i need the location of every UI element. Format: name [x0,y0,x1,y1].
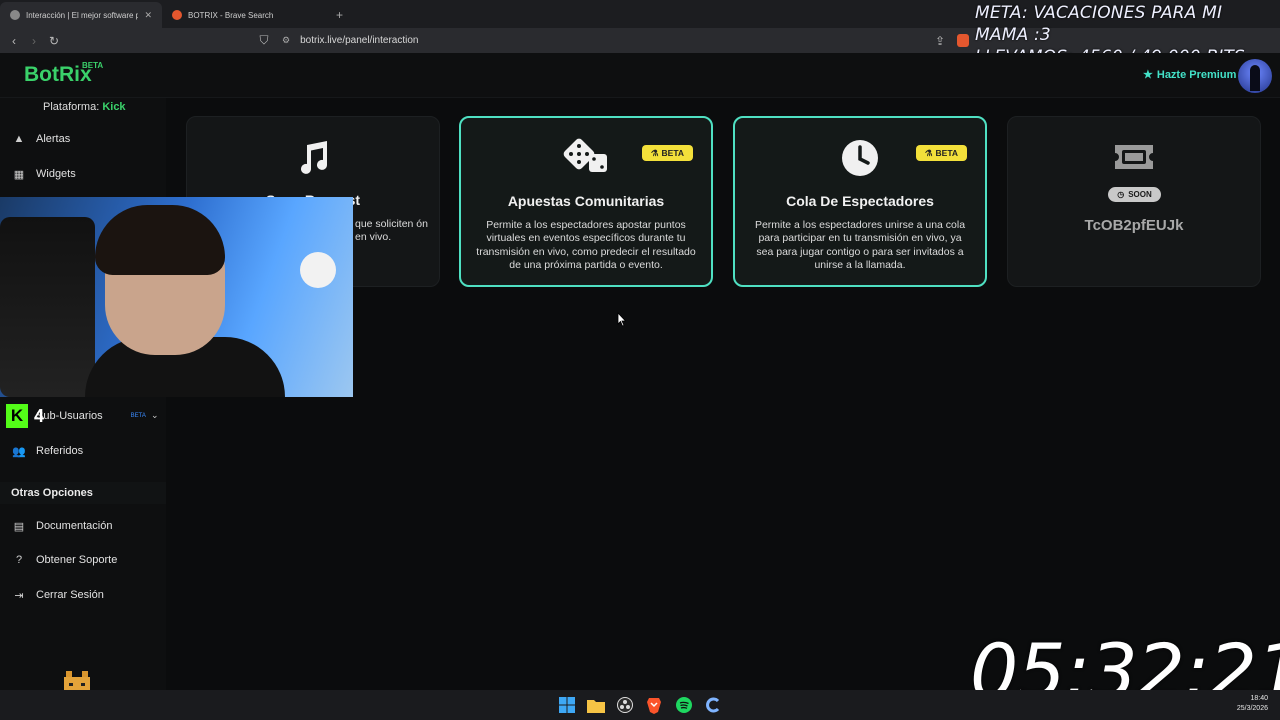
card-title: Cola De Espectadores [786,193,934,209]
beta-badge: BETA [130,413,146,419]
new-tab-button[interactable]: + [324,8,355,28]
botrix-favicon-icon [10,10,20,20]
platform-value: Kick [102,101,126,113]
forward-icon[interactable]: › [24,34,44,48]
sidebar-item-referidos[interactable]: 👥 Referidos [12,441,83,461]
logout-icon: ⇥ [14,589,24,602]
clock-time: 18:40 [1250,695,1268,702]
badge-label: SOON [1128,190,1152,199]
avatar[interactable] [1238,59,1272,93]
card-description: Permite a los espectadores unirse a una … [754,219,966,271]
sidebar-item-sub-usuarios[interactable]: ⚇ Sub-Usuarios BETA [12,406,146,426]
webcam-overlay [0,197,353,397]
tab-title: BOTRIX - Brave Search [188,10,274,20]
sidebar-item-label: Sub-Usuarios [36,410,103,422]
sidebar-item-label: Referidos [36,445,84,457]
taskbar: 18:40 25/3/2026 [0,690,1280,720]
users-icon: 👥 [12,445,26,458]
premium-label: Hazte Premium [1156,68,1237,81]
clock-small-icon: ◷ [1117,190,1125,199]
system-clock[interactable]: 18:40 25/3/2026 [1228,694,1268,714]
brave-browser-icon[interactable] [644,695,664,715]
brave-shield-icon[interactable] [957,34,969,47]
card-apuestas-comunitarias[interactable]: ⚗ BETA Apuestas Comunitarias Permite a l… [459,116,713,287]
kick-logo-icon: K [6,404,28,428]
card-description: que soliciten ón en vivo. [355,218,428,244]
logo-beta-badge: BETA [82,61,104,70]
book-icon: ▤ [13,520,25,533]
url-field[interactable]: ⚙ botrix.live/panel/interaction [282,32,972,49]
app-header: BotRix BETA ★ Hazte Premium [0,53,1280,98]
soon-badge: ◷ SOON [1108,187,1161,202]
beta-badge: ⚗ BETA [642,145,693,161]
reload-icon[interactable]: ↻ [44,34,64,48]
sidebar-item-label: Documentación [36,520,113,532]
brave-favicon-icon [172,10,182,20]
goal-line-1: META: VACACIONES PARA MI MAMA :3 [975,3,1223,45]
platform-label: Plataforma: [43,101,100,113]
sidebar-item-cerrar-sesion[interactable]: ⇥ Cerrar Sesión [12,585,104,605]
sidebar-item-soporte[interactable]: ? Obtener Soporte [12,550,117,570]
badge-label: BETA [661,148,685,158]
beta-badge: ⚗ BETA [916,145,967,161]
browser-tab[interactable]: BOTRIX - Brave Search [162,2,324,28]
site-info-icon[interactable]: ⚙ [282,35,290,46]
tab-title: Interacción | El mejor software p [26,10,139,20]
chevron-down-icon[interactable]: ⌄ [151,410,159,421]
close-tab-icon[interactable]: ✕ [144,10,152,21]
browser-tab-active[interactable]: Interacción | El mejor software p ✕ [0,2,162,28]
hair-shape [95,205,225,275]
sidebar-item-alertas[interactable]: ▲ Alertas [12,129,71,149]
star-icon: ★ [1143,69,1153,81]
url-text: botrix.live/panel/interaction [300,35,419,46]
premium-button[interactable]: ★ Hazte Premium [1143,68,1237,82]
ccleaner-icon[interactable] [703,695,723,715]
platform-indicator: Plataforma: Kick [43,101,126,113]
sidebar-item-documentacion[interactable]: ▤ Documentación [12,516,113,536]
flask-icon: ⚗ [650,147,659,158]
sidebar-item-widgets[interactable]: ▦ Widgets [12,164,76,184]
spotify-icon[interactable] [674,695,694,715]
botrix-logo[interactable]: BotRix BETA [24,61,103,87]
obs-icon[interactable] [615,695,635,715]
sidebar-item-label: Cerrar Sesión [36,589,104,601]
card-description: Permite a los espectadores apostar punto… [476,219,696,271]
question-icon: ? [15,554,23,566]
back-icon[interactable]: ‹ [4,34,24,48]
music-icon [187,137,439,177]
grid-icon: ▦ [13,168,25,181]
sidebar-item-label: Obtener Soporte [36,554,118,566]
card-coming-soon: ◷ SOON TcOB2pfEUJk [1007,116,1261,287]
section-title: Otras Opciones [0,482,166,504]
badge-label: BETA [935,148,959,158]
ticket-icon [1008,137,1260,177]
sidebar-item-label: Widgets [36,168,76,180]
card-title: Apuestas Comunitarias [507,193,665,209]
flask-icon: ⚗ [924,147,933,158]
plush-toy [300,252,336,288]
kick-counter: 4 [34,406,45,426]
clock-date: 25/3/2026 [1236,705,1268,712]
bookmark-icon[interactable]: ⛉ [254,33,274,48]
sidebar-item-label: Alertas [36,133,71,145]
mouse-cursor-icon [617,312,627,327]
chair-shape [0,217,95,397]
card-cola-espectadores[interactable]: ⚗ BETA Cola De Espectadores Permite a lo… [733,116,987,287]
warning-icon: ▲ [13,133,25,145]
file-explorer-icon[interactable] [586,695,606,715]
windows-start-icon[interactable] [557,695,577,715]
share-icon[interactable]: ⇪ [930,34,950,48]
card-title: TcOB2pfEUJk [1084,217,1184,234]
